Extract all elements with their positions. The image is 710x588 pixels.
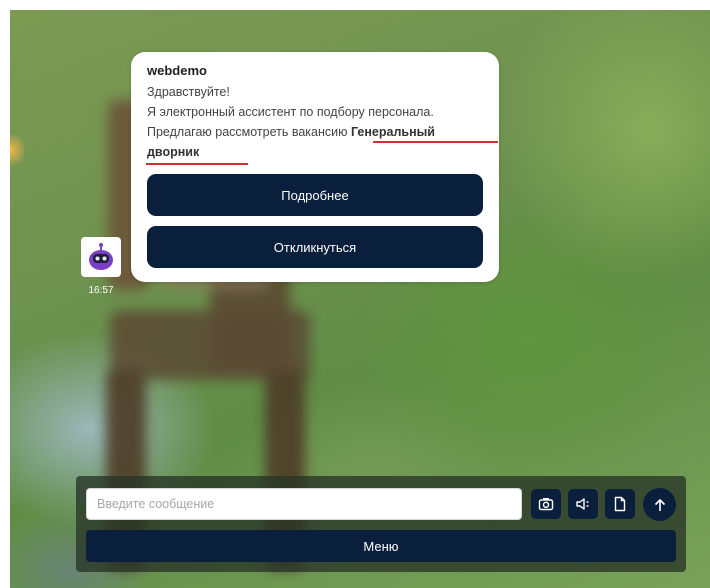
details-button[interactable]: Подробнее [147, 174, 483, 216]
file-icon [614, 496, 626, 512]
camera-icon [538, 498, 554, 511]
vacancy-underline [373, 141, 498, 143]
apply-button[interactable]: Откликнуться [147, 226, 483, 268]
attach-file-button[interactable] [605, 489, 635, 519]
send-button[interactable] [643, 488, 676, 521]
camera-button[interactable] [531, 489, 561, 519]
offer-text: Предлагаю рассмотреть вакансию [147, 125, 351, 139]
message-intro: Я электронный ассистент по подбору персо… [147, 105, 434, 119]
menu-button[interactable]: Меню [86, 530, 676, 562]
send-arrow-icon [654, 498, 665, 511]
background-glow [10, 130, 24, 170]
message-time: 16:57 [88, 285, 114, 296]
message-sender: webdemo [147, 63, 207, 78]
message-greeting: Здравствуйте! [147, 85, 230, 99]
vacancy-underline [146, 163, 248, 165]
speaker-icon [576, 498, 589, 510]
robot-icon [89, 243, 113, 270]
bot-avatar [81, 237, 121, 277]
sound-button[interactable] [568, 489, 598, 519]
message-input[interactable] [86, 488, 522, 520]
